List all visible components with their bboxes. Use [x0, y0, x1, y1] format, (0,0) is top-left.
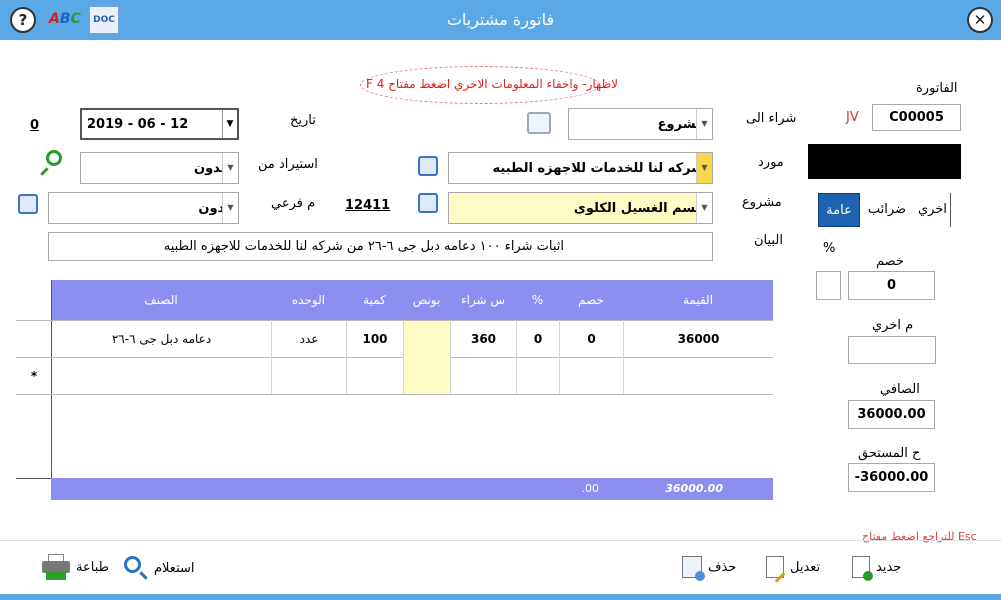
invoice-label: الفاتورة — [916, 81, 958, 96]
bottom-border — [0, 594, 1001, 600]
title-bar: فاتورة مشتريات ? ABC DOC ✕ — [0, 0, 1001, 40]
percent-label: % — [823, 241, 836, 256]
tab-taxes[interactable]: ضرائب — [862, 193, 912, 227]
header-unit: الوحده — [291, 293, 326, 307]
zero-link[interactable]: 0 — [30, 118, 39, 133]
net-value: 36000.00 — [857, 407, 926, 422]
date-label: تاريخ — [290, 113, 316, 128]
new-button[interactable]: جديد — [852, 556, 902, 581]
branch-select[interactable]: بدون — [48, 192, 239, 224]
buy-to-select[interactable]: مشروع — [568, 108, 713, 140]
chevron-down-icon[interactable]: ▼ — [222, 153, 238, 183]
cell-value[interactable]: 36000 — [624, 321, 773, 357]
printer-icon[interactable] — [527, 112, 551, 134]
invoice-number-field[interactable]: C00005 — [872, 104, 961, 131]
date-field[interactable]: 2019 - 06 - 12 — [80, 108, 239, 140]
buy-to-label: شراء الى — [746, 111, 797, 126]
supplier-label: مورد — [758, 155, 784, 170]
supplier-value: شركه لنا للخدمات للاجهزه الطبيه — [492, 160, 704, 176]
search-icon[interactable] — [38, 150, 62, 176]
printer-icon — [42, 554, 70, 580]
grid-footer: 36000.00 .00 — [51, 478, 773, 500]
statement-label: البيان — [754, 233, 783, 248]
other-label: م اخري — [872, 318, 914, 333]
grid-header: القيمة خصم % س شراء بونص كمية الوحده الص… — [51, 280, 773, 320]
delete-doc-icon — [682, 556, 705, 581]
cell-unit[interactable]: عدد — [272, 321, 346, 357]
delete-button[interactable]: حذف — [682, 556, 737, 581]
header-percent: % — [531, 293, 544, 307]
due-field[interactable]: -36000.00 — [848, 463, 935, 492]
import-from-select[interactable]: بـدون — [80, 152, 239, 184]
header-item: الصنف — [144, 293, 178, 307]
spellcheck-icon[interactable]: ABC — [49, 11, 81, 27]
print-button[interactable]: طباعة — [42, 554, 109, 580]
branch-label: م فرعي — [271, 196, 316, 211]
chevron-down-icon[interactable]: ▼ — [696, 193, 712, 223]
chevron-down-icon[interactable]: ▼ — [222, 193, 238, 223]
tab-other[interactable]: اخري — [915, 193, 951, 227]
edit-label: تعديل — [790, 559, 821, 575]
new-doc-icon — [852, 556, 873, 581]
project-value: قسم الغسيل الكلوى — [573, 200, 704, 216]
branch-number-link[interactable]: 12411 — [345, 198, 390, 213]
calendar-dropdown-icon[interactable]: ▼ — [222, 110, 237, 138]
edit-doc-icon — [766, 556, 786, 583]
due-value: -36000.00 — [854, 470, 929, 485]
discount-label: خصم — [876, 254, 904, 269]
discount-value: 0 — [886, 278, 897, 293]
import-from-label: استيراد من — [258, 157, 318, 172]
delete-label: حذف — [708, 559, 737, 575]
supplier-redacted — [808, 144, 961, 179]
header-price: س شراء — [460, 293, 506, 307]
project-select[interactable]: قسم الغسيل الكلوى — [448, 192, 713, 224]
cell-percent[interactable]: 0 — [517, 321, 559, 357]
net-label: الصافي — [880, 382, 920, 397]
esc-hint: للتراجع اضغط مفتاح Esc — [862, 530, 977, 543]
chevron-down-icon[interactable]: ▼ — [696, 153, 712, 183]
project-search-icon[interactable] — [418, 193, 438, 213]
header-qty: كمية — [363, 293, 386, 307]
header-bonus: بونص — [412, 293, 441, 307]
footer-discount-total: .00 — [581, 482, 600, 495]
doc-export-icon[interactable]: DOC — [89, 6, 119, 34]
project-label: مشروع — [742, 195, 782, 210]
discount-field[interactable]: 0 — [848, 271, 935, 300]
other-field[interactable] — [848, 336, 936, 364]
net-field[interactable]: 36000.00 — [848, 400, 935, 429]
statement-value: اثبات شراء ١٠٠ دعامه دبل جى ٦-٢٦ من شركه… — [163, 239, 564, 254]
header-value: القيمة — [682, 293, 714, 307]
cell-discount[interactable]: 0 — [560, 321, 623, 357]
grid-left-border — [51, 280, 52, 500]
header-discount: خصم — [578, 293, 604, 307]
query-button[interactable]: استعلام — [124, 556, 195, 580]
date-value: 2019 - 06 - 12 — [87, 116, 189, 132]
cell-price[interactable]: 360 — [451, 321, 516, 357]
window-title: فاتورة مشتريات — [446, 10, 555, 29]
edit-button[interactable]: تعديل — [766, 556, 821, 583]
branch-search-icon[interactable] — [18, 194, 38, 214]
supplier-search-icon[interactable] — [418, 156, 438, 176]
new-label: جديد — [876, 559, 902, 575]
close-button[interactable]: ✕ — [967, 7, 993, 33]
due-label: ح المستحق — [858, 446, 921, 461]
new-row-marker: * — [30, 369, 38, 383]
supplier-select[interactable]: شركه لنا للخدمات للاجهزه الطبيه — [448, 152, 713, 184]
footer-total: 36000.00 — [665, 482, 723, 495]
cell-bonus[interactable] — [404, 321, 450, 357]
cell-qty[interactable]: 100 — [347, 321, 403, 357]
query-label: استعلام — [154, 560, 195, 576]
statement-field[interactable]: اثبات شراء ١٠٠ دعامه دبل جى ٦-٢٦ من شركه… — [48, 232, 713, 261]
tab-general[interactable]: عامة — [818, 193, 860, 227]
percent-field[interactable] — [816, 271, 841, 300]
search-icon — [124, 556, 148, 580]
cell-item[interactable]: دعامه دبل جى ٦-٢٦ — [52, 321, 271, 357]
toggle-info-hint: لاظهار- واخفاء المعلومات الاخري اضغط مفت… — [366, 77, 618, 91]
print-label: طباعة — [76, 559, 109, 575]
help-button[interactable]: ? — [10, 7, 36, 33]
invoice-code: JV — [846, 110, 859, 125]
chevron-down-icon[interactable]: ▼ — [696, 109, 712, 139]
